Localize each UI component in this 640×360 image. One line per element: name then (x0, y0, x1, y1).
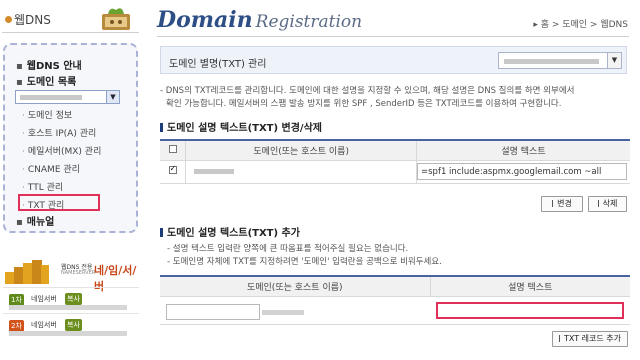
description-line-1: - DNS의 TXT레코드를 관리합니다. 도메인에 대한 설명을 지정할 수 … (160, 86, 575, 96)
sidebar-item-txt[interactable]: · TXT 관리 (22, 198, 64, 211)
sidebar-item-label: TTL 관리 (27, 183, 64, 193)
chevron-down-icon[interactable]: ▼ (106, 91, 119, 103)
description-line-2: 확인 가능합니다. 메일서버의 스팸 발송 방지를 위한 SPF , Sende… (166, 99, 562, 109)
col-text: 설명 텍스트 (416, 140, 630, 161)
add-note-1: - 설명 텍스트 입력란 양쪽에 큰 따옴표를 적어주실 필요는 없습니다. (167, 244, 409, 254)
sidebar-item-label: 호스트 IP(A) 관리 (27, 129, 97, 139)
change-button[interactable]: 변경 (541, 196, 583, 212)
row-domain-value (194, 168, 235, 174)
nameserver-2: 2차 네임서버 복사 (3, 313, 139, 339)
page-title: Domain Registration (157, 7, 362, 33)
delete-button-label: 삭제 (602, 199, 618, 208)
page-title-sub: Registration (255, 12, 363, 32)
ns1-copy-button[interactable]: 복사 (65, 293, 82, 305)
edit-table-header: 도메인(또는 호스트 이름) 설명 텍스트 (160, 140, 630, 161)
page-description: - DNS의 TXT레코드를 관리합니다. 도메인에 대한 설명을 지정할 수 … (160, 85, 630, 111)
breadcrumb: ▸ 홈 > 도메인 > 웹DNS (533, 20, 628, 30)
ns1-label: 네임서버 (31, 295, 57, 303)
sidebar-item-label: 메일서버(MX) 관리 (27, 147, 102, 157)
bullet-icon: ▪ (16, 77, 23, 88)
nameserver-promo: 웹DNS 전용 NAMESERVER 네/임/서/버 (5, 258, 139, 293)
ns2-copy-button[interactable]: 복사 (65, 319, 82, 331)
new-txt-input[interactable] (436, 302, 624, 319)
bullet-icon: ▪ (16, 61, 23, 72)
txt-value-input[interactable] (417, 163, 627, 180)
add-note-2: - 도메인명 자체에 TXT를 지정하려면 '도메인' 입력란을 공백으로 비워… (167, 257, 442, 267)
ns2-value (9, 331, 127, 336)
add-txt-record-label: TXT 레코드 추가 (564, 334, 621, 343)
add-col-text: 설명 텍스트 (430, 276, 630, 297)
server-boxes-icon (5, 260, 49, 284)
webdns-logo-icon (102, 8, 130, 30)
sidebar-item-label: TXT 관리 (27, 201, 65, 211)
ns2-label: 네임서버 (31, 321, 57, 329)
select-all-cell (160, 140, 187, 161)
sidebar-item-ttl[interactable]: · TTL 관리 (22, 180, 63, 193)
menu-webdns-guide[interactable]: ▪ 웹DNS 안내 (16, 57, 82, 72)
menu-webdns-guide-label: 웹DNS 안내 (26, 61, 82, 72)
row-text-cell (416, 160, 630, 184)
row-checkbox[interactable] (168, 164, 177, 174)
domain-dropdown[interactable]: ▼ (498, 52, 622, 69)
record-type-label: 도메인 별명(TXT) 관리 (169, 59, 267, 70)
table-row (160, 160, 630, 184)
add-input-row (160, 300, 630, 325)
menu-manual[interactable]: ▪ 매뉴얼 (16, 213, 54, 228)
sidebar-nav: ▪ 웹DNS 안내 ▪ 도메인 목록 ▼ · 도메인 정보 · 호스트 IP(A) 관리… (3, 43, 138, 233)
sidebar-item-host-ip[interactable]: · 호스트 IP(A) 관리 (22, 126, 96, 139)
row-domain-cell (185, 160, 417, 184)
menu-manual-label: 매뉴얼 (26, 217, 55, 228)
col-domain: 도메인(또는 호스트 이름) (185, 140, 417, 161)
sidebar-item-mx[interactable]: · 메일서버(MX) 관리 (22, 144, 101, 157)
change-button-label: 변경 (557, 199, 572, 208)
menu-domain-list-label: 도메인 목록 (26, 77, 77, 88)
add-section-title: 도메인 설명 텍스트(TXT) 추가 (160, 224, 300, 239)
sidebar-item-label: CNAME 관리 (27, 165, 80, 175)
menu-domain-list[interactable]: ▪ 도메인 목록 (16, 73, 76, 88)
add-table: 도메인(또는 호스트 이름) 설명 텍스트 (160, 275, 630, 297)
add-col-domain: 도메인(또는 호스트 이름) (160, 276, 431, 297)
title-divider (157, 36, 629, 37)
domain-dropdown-value (504, 59, 599, 64)
edit-table: 도메인(또는 호스트 이름) 설명 텍스트 (160, 139, 630, 184)
sidebar-item-label: 도메인 정보 (27, 111, 73, 121)
add-txt-record-button[interactable]: TXT 레코드 추가 (552, 331, 628, 347)
bullet-icon: ▪ (16, 217, 23, 228)
select-all-checkbox[interactable] (168, 144, 177, 153)
sidebar-header: 웹DNS (0, 0, 143, 38)
sidebar-title: 웹DNS (5, 11, 51, 28)
sidebar-header-divider (2, 32, 139, 33)
page-title-main: Domain (157, 7, 253, 33)
record-type-panel: 도메인 별명(TXT) 관리 ▼ (160, 46, 627, 74)
ns1-value (9, 305, 127, 310)
domain-suffix (262, 310, 304, 315)
sidebar-item-cname[interactable]: · CNAME 관리 (22, 162, 80, 175)
delete-button[interactable]: 삭제 (588, 196, 627, 212)
add-table-header: 도메인(또는 호스트 이름) 설명 텍스트 (160, 276, 630, 297)
chevron-down-icon[interactable]: ▼ (607, 53, 621, 68)
edit-section-title: 도메인 설명 텍스트(TXT) 변경/삭제 (160, 119, 322, 134)
promo-line2: NAMESERVER (61, 270, 96, 276)
sidebar-item-domain-info[interactable]: · 도메인 정보 (22, 108, 72, 121)
row-check-cell (160, 160, 187, 184)
nameserver-1: 1차 네임서버 복사 (3, 287, 139, 313)
domain-select[interactable]: ▼ (15, 90, 120, 104)
new-host-input[interactable] (166, 304, 260, 320)
domain-select-value (20, 95, 82, 100)
